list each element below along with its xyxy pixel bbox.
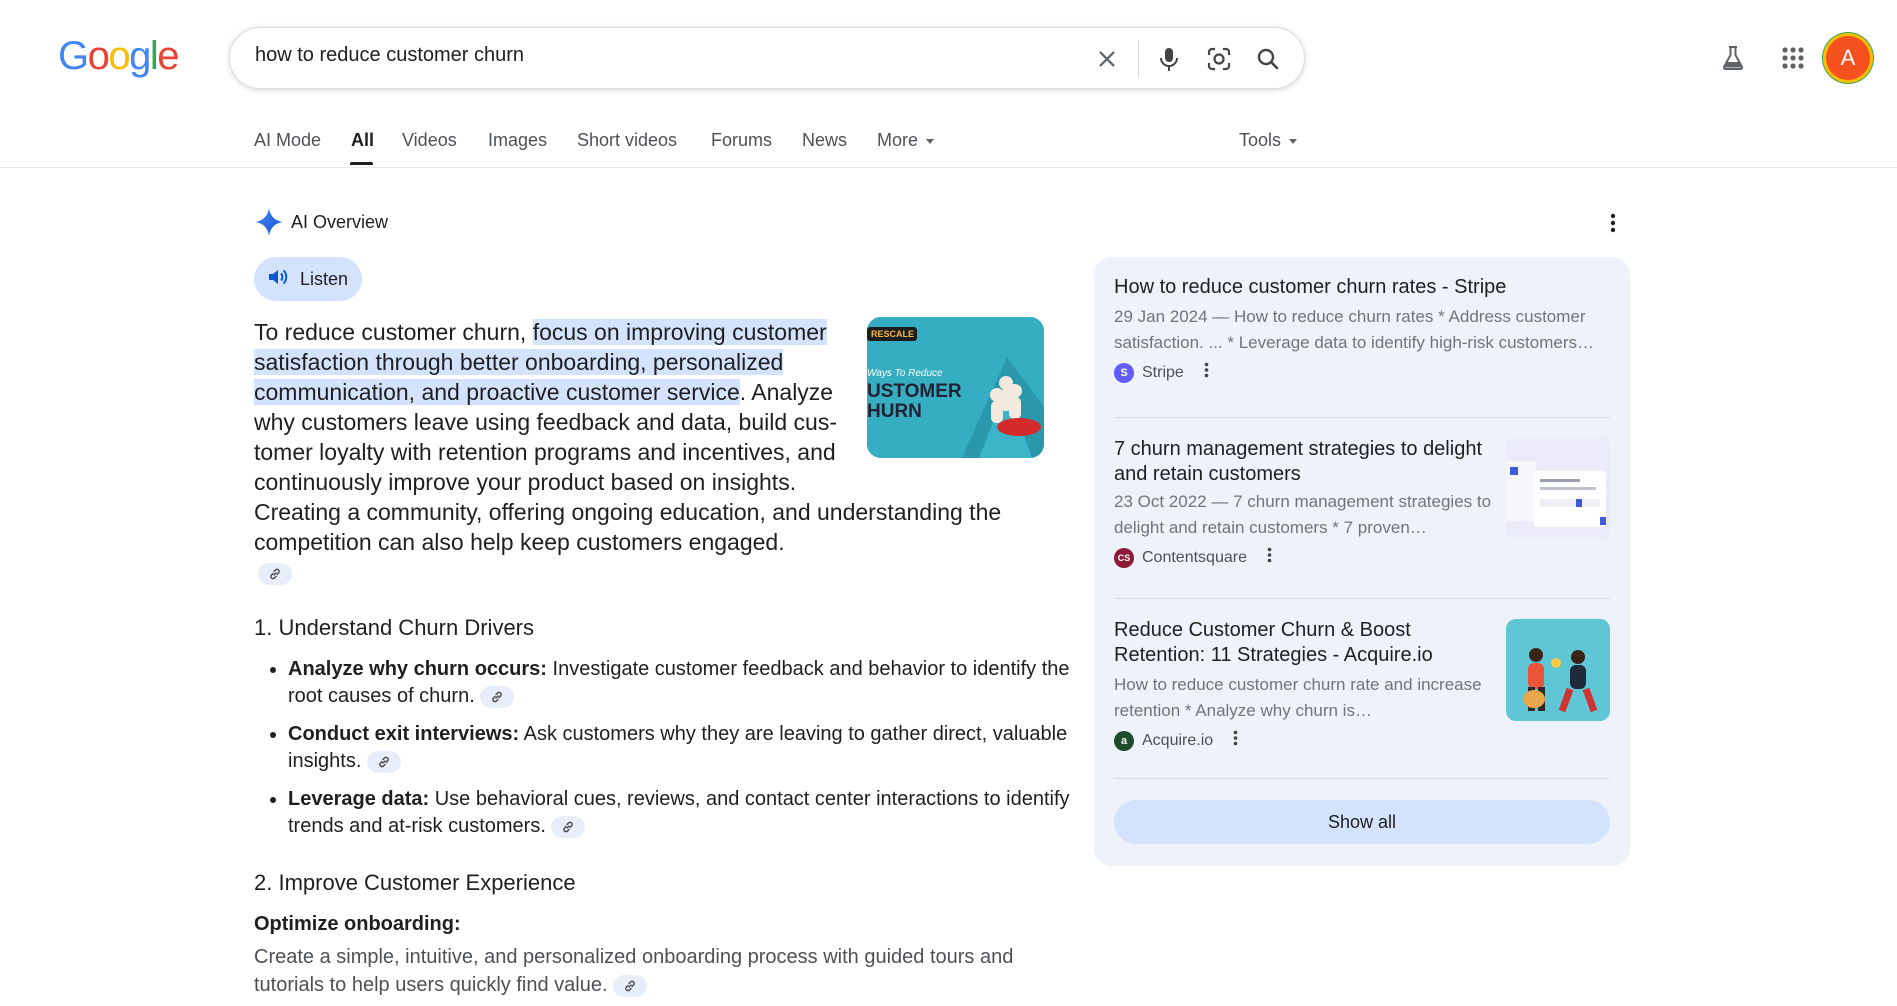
subsection-text: Create a simple, intuitive, and personal… <box>254 943 1074 999</box>
speaker-icon <box>268 268 288 291</box>
tab-more-label: More <box>877 130 919 150</box>
more-options-icon[interactable] <box>1233 730 1238 751</box>
source-divider <box>1114 778 1610 779</box>
lens-camera-icon[interactable] <box>1204 44 1234 74</box>
search-divider <box>1138 40 1139 78</box>
stripe-favicon-icon: S <box>1114 362 1134 383</box>
tools-button[interactable]: Tools <box>1239 130 1298 151</box>
section-heading-2: 2. Improve Customer Experience <box>254 870 576 895</box>
search-input[interactable]: how to reduce customer churn <box>255 44 524 67</box>
search-box[interactable]: how to reduce customer churn <box>229 27 1305 89</box>
source-divider <box>1114 598 1610 599</box>
tab-all[interactable]: All <box>351 130 374 151</box>
source-snippet: 29 Jan 2024 — How to reduce churn rates … <box>1114 307 1595 352</box>
thumbnail-brand: RESCALE <box>871 329 915 339</box>
source-meta: S Stripe <box>1114 362 1610 383</box>
citation-link-icon[interactable] <box>613 974 648 997</box>
thumbnail-caption: Ways To Reduce <box>867 368 943 379</box>
section-heading-1: 1. Understand Churn Drivers <box>254 615 535 640</box>
section-1-list: Analyze why churn occurs: Investigate cu… <box>254 656 1108 851</box>
source-snippet: 23 Oct 2022 — 7 churn management strateg… <box>1114 492 1492 537</box>
apps-grid-icon[interactable] <box>1773 38 1813 78</box>
account-avatar[interactable]: A <box>1826 36 1870 80</box>
source-card[interactable]: 7 churn management strategies to delight… <box>1114 437 1494 568</box>
source-divider <box>1114 417 1610 418</box>
source-title[interactable]: Reduce Customer Churn & Boost Retention:… <box>1114 618 1494 668</box>
overview-summary: To reduce customer churn, focus on impro… <box>254 317 854 497</box>
thumbnail-heading-1: USTOMER <box>867 381 962 402</box>
tabs-divider <box>0 167 1897 168</box>
ai-sparkle-icon <box>254 207 284 242</box>
tab-more[interactable]: More <box>877 130 935 151</box>
tab-ai-mode[interactable]: AI Mode <box>254 130 321 151</box>
list-item: Conduct exit interviews: Ask customers w… <box>288 721 1108 775</box>
citation-link-icon[interactable] <box>551 815 586 838</box>
source-card[interactable]: How to reduce customer churn rates - Str… <box>1114 275 1610 383</box>
source-site: Contentsquare <box>1142 548 1247 566</box>
chevron-down-icon <box>926 138 935 144</box>
labs-flask-icon[interactable] <box>1713 38 1753 78</box>
source-site: Acquire.io <box>1142 731 1214 749</box>
source-meta: a Acquire.io <box>1114 730 1494 751</box>
summary-rest-b: Creating a community, offering ongoing e… <box>254 499 1002 555</box>
list-item-bold: Conduct exit interviews: <box>288 723 520 745</box>
show-all-button[interactable]: Show all <box>1114 800 1610 844</box>
search-icon[interactable] <box>1253 44 1283 74</box>
more-options-icon[interactable] <box>1204 362 1209 383</box>
source-meta: CS Contentsquare <box>1114 547 1494 568</box>
summary-intro: To reduce customer churn, <box>254 319 533 345</box>
citation-link-icon[interactable] <box>480 685 515 708</box>
tab-images[interactable]: Images <box>488 130 547 151</box>
google-logo[interactable]: Google <box>58 34 179 79</box>
tab-videos[interactable]: Videos <box>402 130 457 151</box>
overview-thumbnail-image[interactable]: RESCALE Ways To Reduce USTOMER HURN <box>867 317 1044 458</box>
more-options-icon[interactable] <box>1267 547 1272 568</box>
list-item-bold: Analyze why churn occurs: <box>288 658 547 680</box>
list-item-bold: Leverage data: <box>288 788 430 810</box>
subsection-heading: Optimize onboarding: <box>254 913 461 935</box>
active-tab-indicator <box>350 162 373 165</box>
tools-label: Tools <box>1239 130 1282 150</box>
thumbnail-heading-2: HURN <box>867 401 922 422</box>
citation-link-icon[interactable] <box>366 750 401 773</box>
microphone-icon[interactable] <box>1154 44 1184 74</box>
listen-button[interactable]: Listen <box>254 257 362 301</box>
contentsquare-favicon-icon: CS <box>1114 547 1134 568</box>
citation-link-icon[interactable] <box>258 562 292 585</box>
listen-label: Listen <box>300 268 349 289</box>
ai-overview-title: AI Overview <box>291 212 389 232</box>
source-title[interactable]: How to reduce customer churn rates - Str… <box>1114 275 1610 300</box>
sources-panel: How to reduce customer churn rates - Str… <box>1094 257 1630 866</box>
list-item: Leverage data: Use behavioral cues, revi… <box>288 786 1108 840</box>
source-card[interactable]: Reduce Customer Churn & Boost Retention:… <box>1114 618 1494 751</box>
more-options-icon[interactable] <box>1610 212 1616 239</box>
clear-icon[interactable] <box>1092 44 1122 74</box>
source-snippet: How to reduce customer churn rate and in… <box>1114 675 1482 720</box>
source-thumbnail-image[interactable] <box>1506 619 1610 721</box>
tab-short-videos[interactable]: Short videos <box>577 130 677 151</box>
chevron-down-icon <box>1289 138 1298 144</box>
tab-news[interactable]: News <box>802 130 847 151</box>
overview-summary-continued: Creating a community, offering ongoing e… <box>254 497 1066 587</box>
list-item: Analyze why churn occurs: Investigate cu… <box>288 656 1108 710</box>
source-thumbnail-image[interactable] <box>1506 437 1610 539</box>
acquire-favicon-icon: a <box>1114 730 1134 751</box>
source-title[interactable]: 7 churn management strategies to delight… <box>1114 437 1494 487</box>
source-site: Stripe <box>1142 363 1184 381</box>
tab-forums[interactable]: Forums <box>711 130 772 151</box>
